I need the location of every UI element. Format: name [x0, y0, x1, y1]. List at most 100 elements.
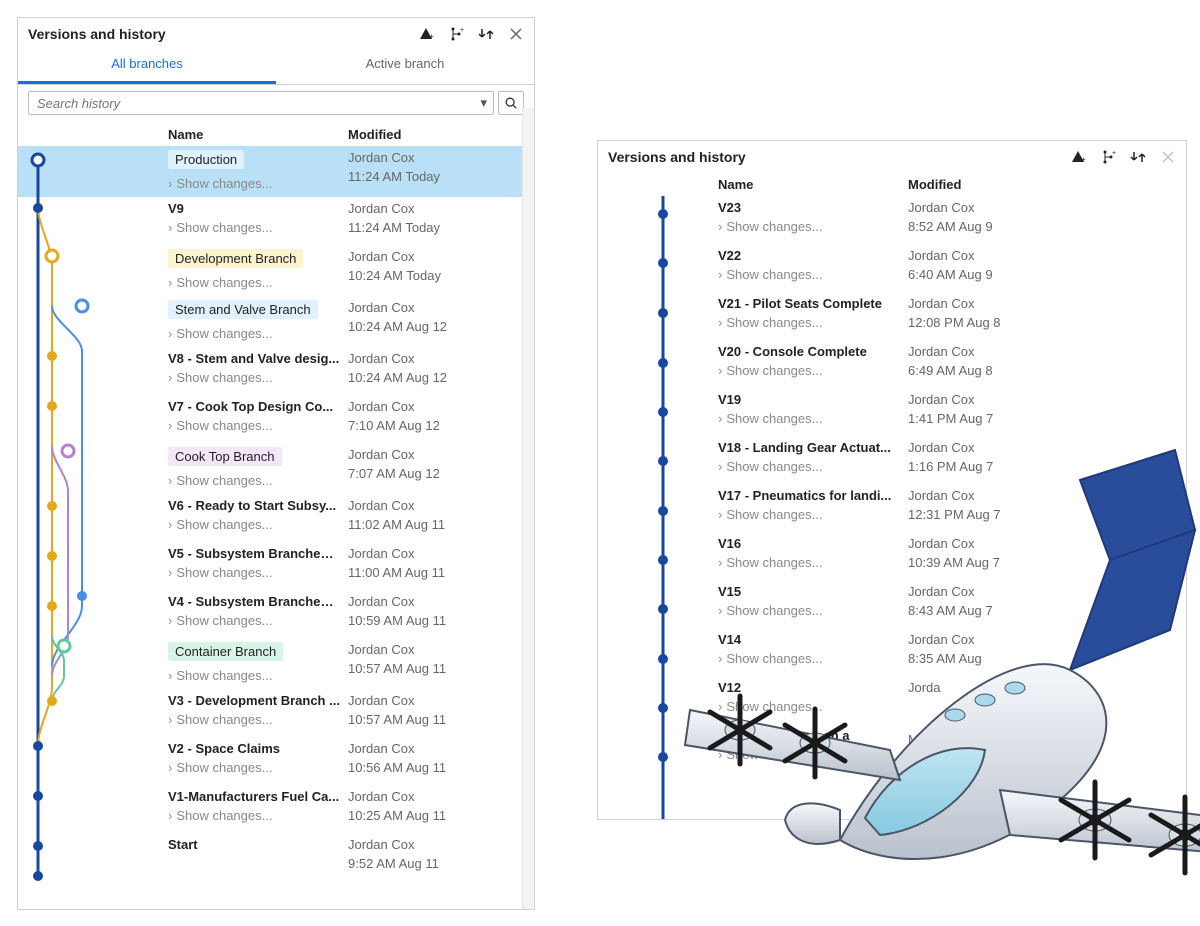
- modified-user: Jordan Cox: [348, 447, 524, 462]
- version-name: V5 - Subsystem Branches ...: [168, 546, 340, 561]
- scrollbar-gutter[interactable]: [522, 108, 534, 909]
- show-changes-link[interactable]: Show changes...: [718, 459, 900, 474]
- modified-time: 8:43 AM Aug 7: [908, 603, 1176, 618]
- version-row[interactable]: V4 - Subsystem Branches ...Show changes.…: [18, 590, 534, 638]
- modified-time: 10:56 AM Aug 11: [348, 760, 524, 775]
- version-row[interactable]: Development BranchShow changes...Jordan …: [18, 245, 534, 296]
- show-changes-link[interactable]: Show changes...: [168, 326, 340, 341]
- search-dropdown-icon[interactable]: ▾: [474, 95, 493, 111]
- show-changes-link[interactable]: Show changes...: [718, 555, 900, 570]
- show-changes-link[interactable]: Show changes...: [168, 473, 340, 488]
- version-row[interactable]: V23 Show changes... Jordan Cox 8:52 AM Aug …: [598, 196, 1186, 244]
- version-row[interactable]: V6 - Ready to Start Subsy...Show changes…: [18, 494, 534, 542]
- modified-time: 1:16 PM Aug 7: [908, 459, 1176, 474]
- show-changes-link[interactable]: Show changes...: [718, 699, 900, 714]
- version-name: V21 - Pilot Seats Complete: [718, 296, 900, 311]
- version-name: V12: [718, 680, 900, 695]
- show-changes-link[interactable]: Show changes...: [718, 411, 900, 426]
- version-name: V14: [718, 632, 900, 647]
- version-row[interactable]: V12 Show changes... Jorda: [598, 676, 1186, 724]
- version-row[interactable]: V7 - Cook Top Design Co... Show changes..…: [18, 395, 534, 443]
- show-changes-link[interactable]: Show changes...: [718, 507, 900, 522]
- show-changes-link[interactable]: Show changes...: [718, 651, 900, 666]
- modified-time: 7:10 AM Aug 12: [348, 418, 524, 433]
- version-row[interactable]: V9Show changes...Jordan Cox11:24 AM Toda…: [18, 197, 534, 245]
- version-name: V7 - Cook Top Design Co...: [168, 399, 340, 414]
- svg-text:+: +: [1081, 155, 1086, 164]
- tabs: All branches Active branch: [18, 48, 534, 85]
- version-name: V2 - Space Claims: [168, 741, 340, 756]
- modified-user: Jordan Cox: [348, 351, 524, 366]
- modified-user: Jorda: [908, 680, 1176, 695]
- show-changes-link[interactable]: Show changes...: [168, 220, 340, 235]
- show-changes-link[interactable]: Show changes...: [168, 760, 340, 775]
- add-triangle-icon[interactable]: +: [1070, 149, 1086, 165]
- search-box[interactable]: ▾: [28, 91, 494, 115]
- version-row[interactable]: V2 - Space ClaimsShow changes...Jordan C…: [18, 737, 534, 785]
- show-changes-link[interactable]: Show changes...: [168, 275, 340, 290]
- version-name: V23: [718, 200, 900, 215]
- version-row[interactable]: V20 - Console Complete Show changes... Jor…: [598, 340, 1186, 388]
- version-row[interactable]: V21 - Pilot Seats Complete Show changes..…: [598, 292, 1186, 340]
- version-name: V20 - Console Complete: [718, 344, 900, 359]
- col-name-header: Name: [718, 177, 908, 192]
- version-row[interactable]: V15Show changes...Jordan Cox8:43 AM Aug …: [598, 580, 1186, 628]
- show-changes-link[interactable]: Show changes...: [168, 668, 340, 683]
- version-row[interactable]: Container BranchShow changes...Jordan Co…: [18, 638, 534, 689]
- modified-user: Jordan Cox: [908, 344, 1176, 359]
- version-row[interactable]: V8 - Stem and Valve desig...Show changes…: [18, 347, 534, 395]
- modified-user: Jordan Cox: [908, 584, 1176, 599]
- rows-container: V23 Show changes... Jordan Cox 8:52 AM Aug …: [598, 196, 1186, 819]
- svg-text:+: +: [429, 32, 434, 41]
- version-row[interactable]: V14Show changes...Jordan Cox8:35 AM Aug: [598, 628, 1186, 676]
- show-changes-link[interactable]: Show changes...: [718, 363, 900, 378]
- search-input[interactable]: [29, 96, 474, 111]
- version-row[interactable]: V1-Manufacturers Fuel Ca...Show changes.…: [18, 785, 534, 833]
- modified-time: 11:02 AM Aug 11: [348, 517, 524, 532]
- show-changes-link[interactable]: Show changes...: [168, 565, 340, 580]
- show-changes-link[interactable]: Show changes...: [168, 176, 340, 191]
- sync-icon[interactable]: [478, 26, 494, 42]
- show-changes-link[interactable]: Show changes...: [168, 613, 340, 628]
- tab-all-branches[interactable]: All branches: [18, 48, 276, 84]
- version-row[interactable]: V18 - Landing Gear Actuat...Show changes…: [598, 436, 1186, 484]
- show-changes-link[interactable]: Show changes...: [168, 808, 340, 823]
- search-row: ▾: [18, 85, 534, 121]
- version-row[interactable]: V3 - Development Branch ...Show changes.…: [18, 689, 534, 737]
- show-changes-link[interactable]: Show changes...: [718, 603, 900, 618]
- col-modified-header: Modified: [908, 177, 1176, 192]
- search-button[interactable]: [498, 91, 524, 115]
- modified-time: 8:52 AM Aug 9: [908, 219, 1176, 234]
- show-changes-link[interactable]: Show changes...: [168, 418, 340, 433]
- tab-active-branch[interactable]: Active branch: [276, 48, 534, 84]
- version-row[interactable]: V22Show changes...Jordan Cox6:40 AM Aug …: [598, 244, 1186, 292]
- sync-icon[interactable]: [1130, 149, 1146, 165]
- add-branch-icon[interactable]: +: [448, 26, 464, 42]
- version-row[interactable]: V11 - cleaned up an aShow changes...M Au…: [598, 724, 1186, 772]
- modified-user: Jordan Cox: [908, 392, 1176, 407]
- show-changes-link[interactable]: Show changes...: [718, 267, 900, 282]
- show-changes-link[interactable]: Show changes...: [718, 315, 900, 330]
- add-triangle-icon[interactable]: +: [418, 26, 434, 42]
- modified-user: Jordan Cox: [348, 693, 524, 708]
- version-row[interactable]: ProductionShow changes...Jordan Cox11:24…: [18, 146, 534, 197]
- version-row[interactable]: V16Show changes...Jordan Cox10:39 AM Aug…: [598, 532, 1186, 580]
- add-branch-icon[interactable]: +: [1100, 149, 1116, 165]
- panel-title: Versions and history: [28, 26, 166, 42]
- show-changes-link[interactable]: Show changes...: [718, 747, 900, 762]
- show-changes-link[interactable]: Show changes...: [168, 712, 340, 727]
- version-row[interactable]: V19Show changes...Jordan Cox1:41 PM Aug …: [598, 388, 1186, 436]
- version-row[interactable]: StartJordan Cox9:52 AM Aug 11: [18, 833, 534, 881]
- version-row[interactable]: Stem and Valve BranchShow changes...Jord…: [18, 296, 534, 347]
- close-icon[interactable]: [1160, 149, 1176, 165]
- version-row[interactable]: Cook Top BranchShow changes...Jordan Cox…: [18, 443, 534, 494]
- modified-user: Jordan Cox: [908, 200, 1176, 215]
- modified-user: Jordan Cox: [908, 488, 1176, 503]
- show-changes-link[interactable]: Show changes...: [168, 517, 340, 532]
- version-row[interactable]: V17 - Pneumatics for landi...Show change…: [598, 484, 1186, 532]
- close-icon[interactable]: [508, 26, 524, 42]
- modified-time: 10:24 AM Aug 12: [348, 319, 524, 334]
- show-changes-link[interactable]: Show changes...: [168, 370, 340, 385]
- show-changes-link[interactable]: Show changes...: [718, 219, 900, 234]
- version-row[interactable]: V5 - Subsystem Branches ... Show changes.…: [18, 542, 534, 590]
